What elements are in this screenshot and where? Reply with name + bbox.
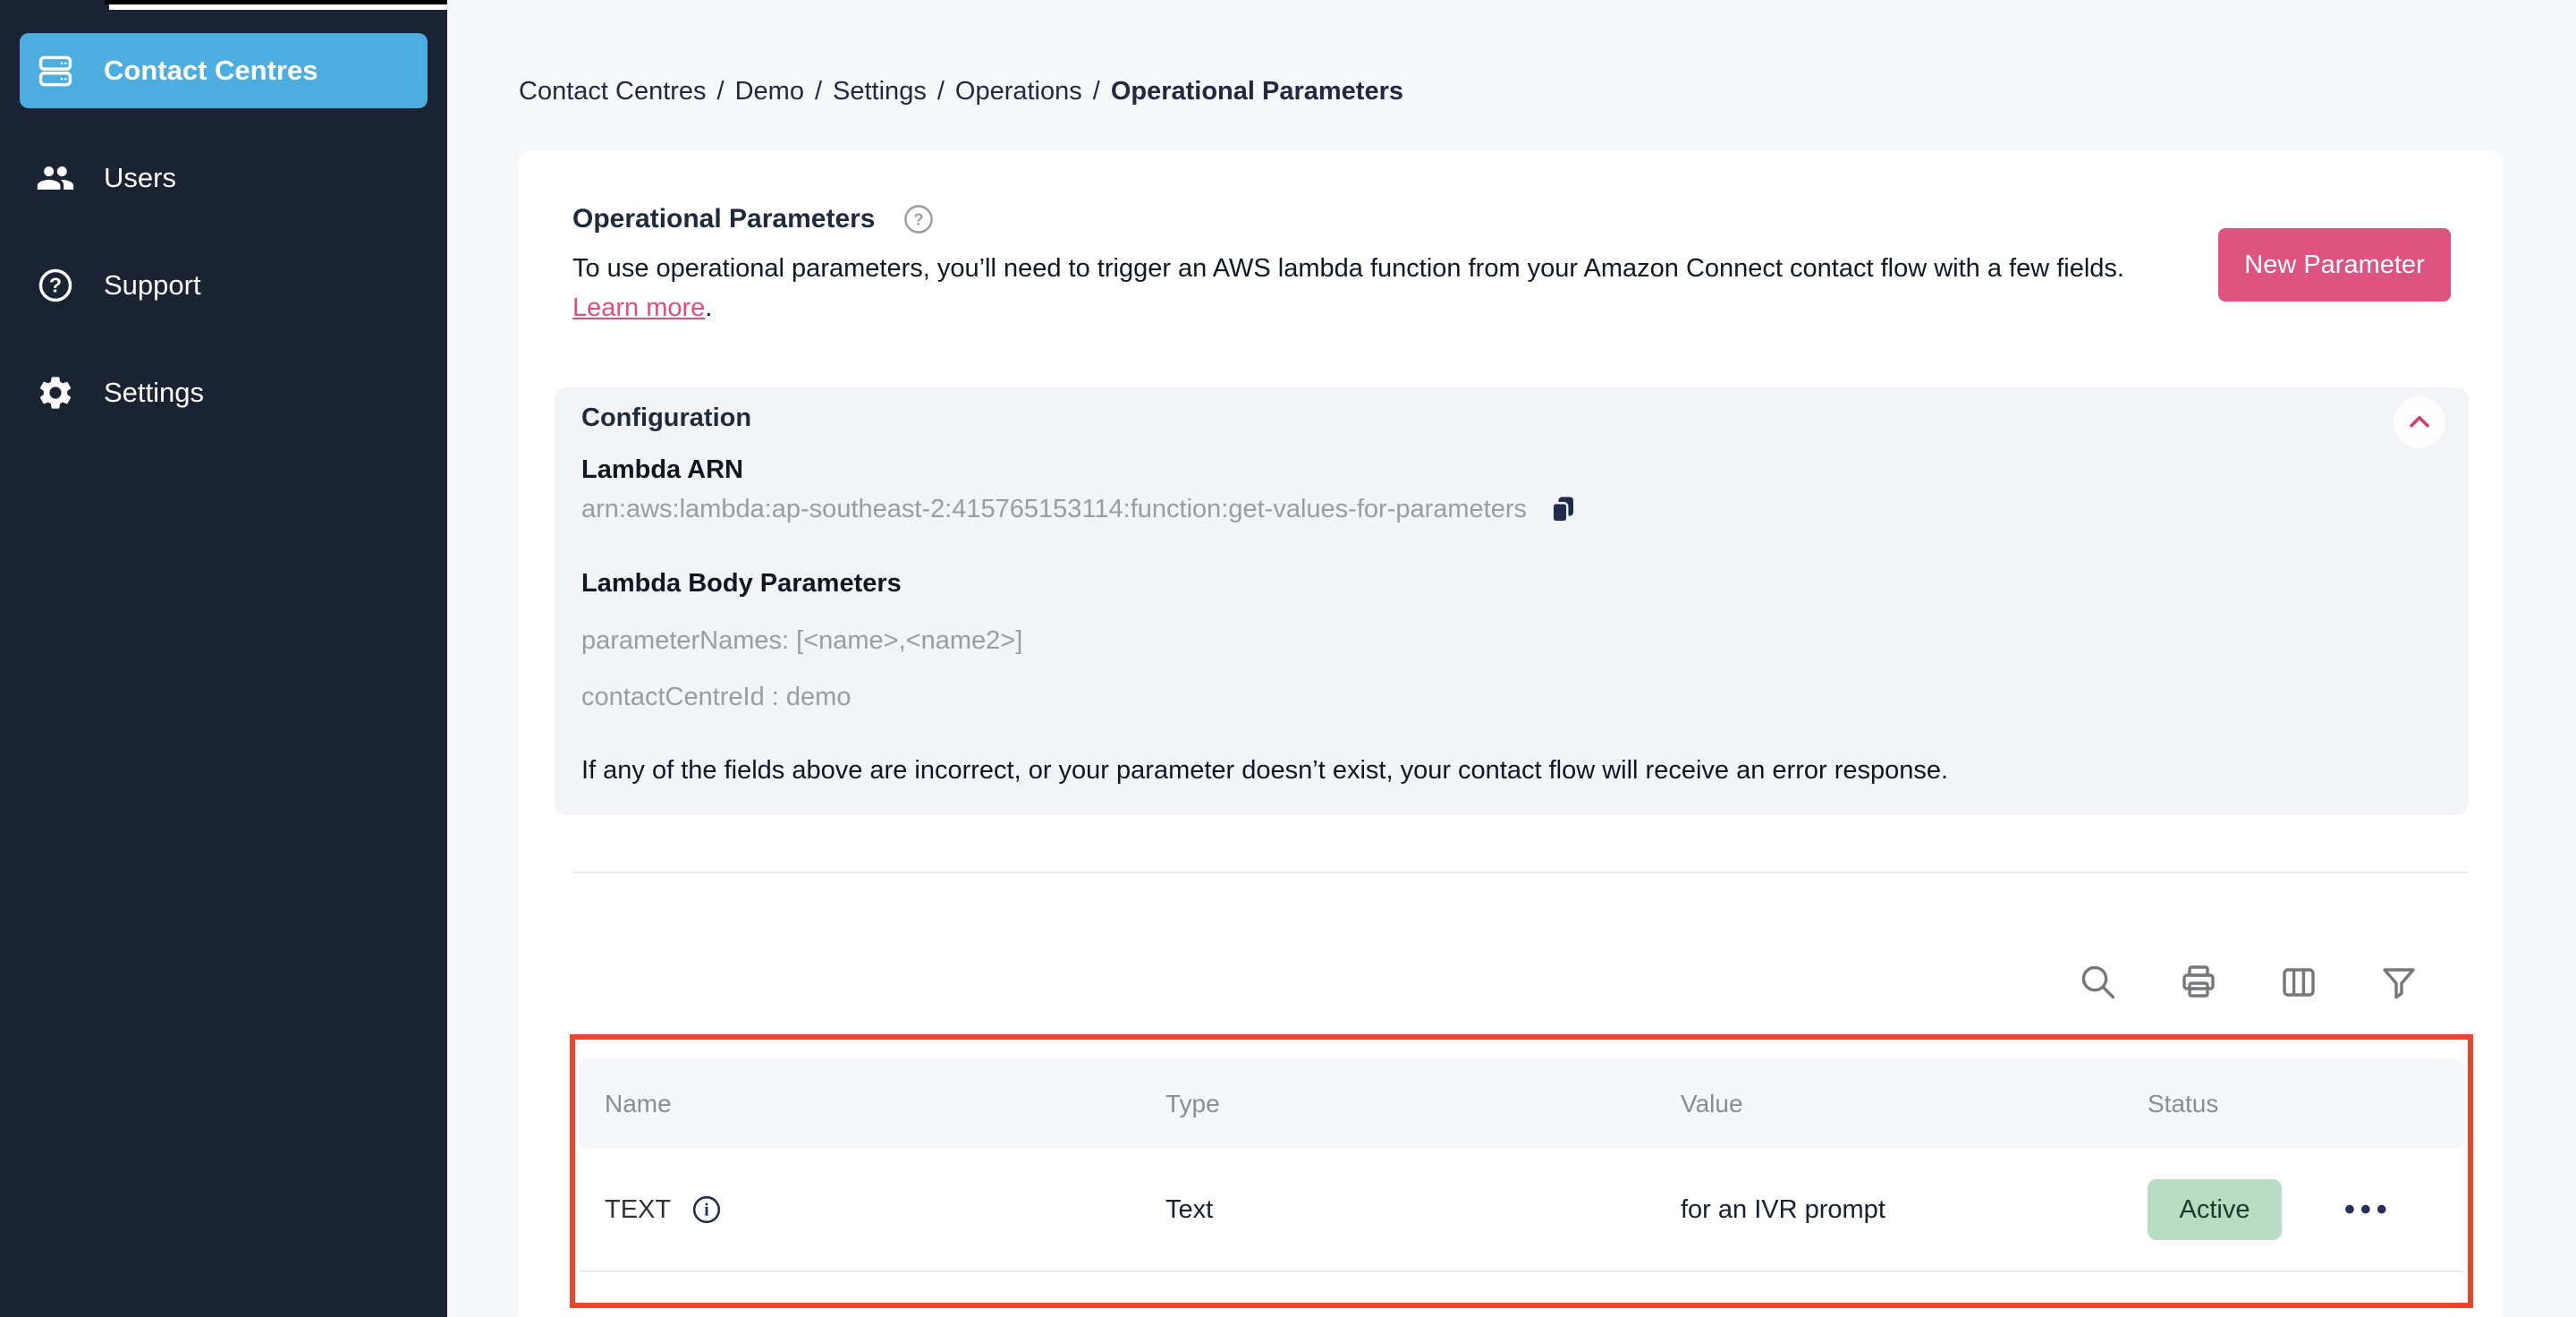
breadcrumb-current: Operational Parameters [1110,77,1404,106]
filter-icon[interactable] [2377,961,2420,1004]
configuration-warning: If any of the fields above are incorrect… [581,756,1949,785]
configuration-heading: Configuration [581,404,752,432]
chevron-up-icon [2410,415,2429,428]
main-content: Contact Centres / Demo / Settings / Oper… [447,0,2576,1317]
page-header: Operational Parameters ? [572,202,936,236]
sidebar-item-support[interactable]: ? Support [20,248,428,323]
section-divider [572,871,2469,873]
question-circle-icon[interactable]: ? [902,202,936,236]
servers-icon [36,51,75,90]
parameters-table-highlight: Name Type Value Status TEXT i Text for a… [570,1034,2473,1308]
breadcrumb-separator: / [1092,77,1100,106]
cell-value: for an IVR prompt [1681,1194,1885,1224]
print-icon[interactable] [2177,961,2220,1004]
table-header-row: Name Type Value Status [580,1059,2463,1149]
breadcrumb-item[interactable]: Settings [833,77,927,106]
breadcrumb-item[interactable]: Contact Centres [519,77,707,106]
info-icon[interactable]: i [691,1194,723,1226]
copy-button[interactable] [1546,493,1579,525]
breadcrumb-separator: / [716,77,724,106]
search-icon[interactable] [2077,961,2120,1004]
breadcrumb-separator: / [814,77,823,106]
collapse-button[interactable] [2394,396,2445,448]
parameter-name: TEXT [605,1194,672,1224]
row-actions-menu[interactable]: ••• [2344,1193,2463,1228]
sidebar-item-label: Contact Centres [104,55,318,86]
breadcrumb-separator: / [936,77,945,106]
svg-text:i: i [704,1202,709,1220]
column-header-status[interactable]: Status [2148,1090,2344,1118]
breadcrumb-item[interactable]: Demo [735,77,804,106]
top-white-strip [109,4,447,10]
sidebar-item-label: Settings [104,377,205,408]
configuration-panel: Configuration Lambda ARN arn:aws:lambda:… [555,387,2469,815]
table-toolbar [2077,961,2420,1004]
sidebar: Contact Centres Users ? Support Settings [0,0,447,1317]
sidebar-item-users[interactable]: Users [20,140,428,216]
sidebar-nav: Contact Centres Users ? Support Settings [0,0,447,430]
column-header-value[interactable]: Value [1681,1090,2148,1118]
lambda-arn-row: arn:aws:lambda:ap-southeast-2:4157651531… [581,493,1579,525]
sidebar-item-contact-centres[interactable]: Contact Centres [20,33,428,108]
copy-icon [1551,497,1573,523]
table-row: TEXT i Text for an IVR prompt Active ••• [580,1149,2463,1272]
app-root: Contact Centres Users ? Support Settings… [0,0,2576,1317]
page-title: Operational Parameters [572,204,876,234]
description-period: . [705,293,713,322]
lambda-arn-value: arn:aws:lambda:ap-southeast-2:4157651531… [581,494,1527,523]
learn-more-link[interactable]: Learn more [572,293,705,322]
breadcrumb-item[interactable]: Operations [955,77,1082,106]
lambda-body-label: Lambda Body Parameters [581,569,902,598]
sidebar-item-label: Users [104,162,176,193]
svg-text:?: ? [914,210,924,228]
sidebar-item-settings[interactable]: Settings [20,355,428,430]
description-text: To use operational parameters, you’ll ne… [572,254,2124,283]
column-header-type[interactable]: Type [1165,1090,1681,1118]
parameter-names-value: parameterNames: [<name>,<name2>] [581,626,1023,655]
sidebar-item-label: Support [104,269,201,301]
cell-name: TEXT i [605,1194,1165,1226]
lambda-arn-label: Lambda ARN [581,455,743,484]
breadcrumb: Contact Centres / Demo / Settings / Oper… [519,77,1403,106]
help-circle-icon: ? [36,266,75,305]
status-badge: Active [2148,1179,2282,1240]
content-card: Operational Parameters ? To use operatio… [519,150,2503,1317]
column-header-name[interactable]: Name [605,1090,1165,1118]
contact-centre-id-value: contactCentreId : demo [581,683,852,711]
gear-icon [36,373,75,412]
users-icon [36,158,75,198]
cell-type: Text [1165,1194,1214,1224]
cell-status: Active [2148,1179,2344,1240]
columns-icon[interactable] [2277,961,2320,1004]
svg-text:?: ? [49,274,62,297]
page-description: To use operational parameters, you’ll ne… [572,249,2174,327]
new-parameter-button[interactable]: New Parameter [2218,228,2451,302]
